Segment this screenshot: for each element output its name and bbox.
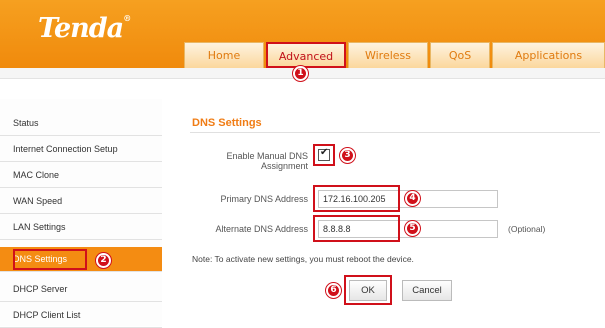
step-badge-5: 5 bbox=[405, 221, 420, 236]
step-badge-1: 1 bbox=[293, 66, 308, 81]
enable-manual-dns-label: Enable Manual DNS Assignment bbox=[190, 151, 308, 171]
dns-settings-title: DNS Settings bbox=[192, 117, 262, 129]
sidebar-item-dhcp-client-list[interactable]: DHCP Client List bbox=[0, 303, 162, 328]
tenda-logo: Tenda® bbox=[38, 13, 131, 44]
main-nav: Home Advanced Wireless QoS Applications bbox=[184, 42, 605, 68]
checkbox-highlight bbox=[313, 144, 335, 166]
sidebar-item-internet-connection-setup[interactable]: Internet Connection Setup bbox=[0, 137, 162, 162]
ok-button-highlight bbox=[344, 275, 392, 305]
step-badge-2: 2 bbox=[96, 253, 111, 268]
tab-wireless[interactable]: Wireless bbox=[348, 42, 428, 68]
tab-applications[interactable]: Applications bbox=[492, 42, 605, 68]
primary-dns-highlight bbox=[313, 185, 400, 212]
tab-advanced[interactable]: Advanced bbox=[266, 42, 346, 68]
sidebar-item-lan-settings[interactable]: LAN Settings bbox=[0, 215, 162, 240]
sidebar-item-wan-speed[interactable]: WAN Speed bbox=[0, 189, 162, 214]
sidebar-item-dhcp-server[interactable]: DHCP Server bbox=[0, 277, 162, 302]
dns-settings-highlight bbox=[13, 249, 87, 270]
alternate-dns-label: Alternate DNS Address bbox=[215, 224, 308, 234]
alternate-dns-highlight bbox=[313, 215, 400, 242]
tab-home[interactable]: Home bbox=[184, 42, 264, 68]
reboot-note: Note: To activate new settings, you must… bbox=[192, 254, 414, 264]
sidebar-item-status[interactable]: Status bbox=[0, 111, 162, 136]
enable-label-line1: Enable Manual DNS bbox=[226, 151, 308, 161]
step-badge-3: 3 bbox=[340, 148, 355, 163]
cancel-button[interactable]: Cancel bbox=[402, 280, 452, 301]
primary-dns-label: Primary DNS Address bbox=[220, 194, 308, 204]
optional-note: (Optional) bbox=[508, 224, 546, 234]
title-divider bbox=[190, 132, 600, 133]
enable-label-line2: Assignment bbox=[260, 161, 308, 171]
step-badge-4: 4 bbox=[405, 191, 420, 206]
step-badge-6: 6 bbox=[326, 283, 341, 298]
sidebar: Status Internet Connection Setup MAC Clo… bbox=[0, 99, 162, 328]
sidebar-item-mac-clone[interactable]: MAC Clone bbox=[0, 163, 162, 188]
tab-qos[interactable]: QoS bbox=[430, 42, 490, 68]
